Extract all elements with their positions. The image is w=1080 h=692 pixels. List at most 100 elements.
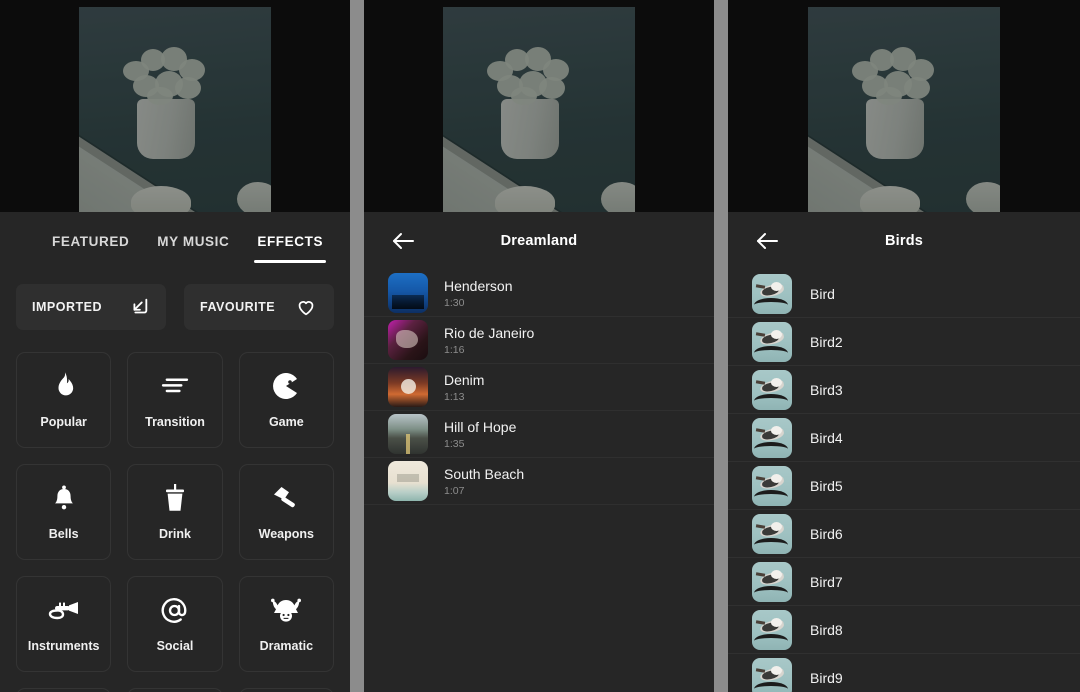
track-duration: 1:35 <box>444 437 465 450</box>
track-row[interactable]: Rio de Janeiro 1:16 <box>364 317 714 364</box>
preview-area-left <box>0 0 350 212</box>
category-transition[interactable]: Transition <box>127 352 223 448</box>
category-grid: Popular Transition Game Bells Drink Weap… <box>0 330 350 692</box>
bird-thumbnail <box>752 561 792 602</box>
preview-photo <box>79 7 271 212</box>
panel-separator-2 <box>714 0 728 692</box>
favourite-label: FAVOURITE <box>200 300 276 314</box>
track-duration: 1:13 <box>444 390 465 403</box>
photo-tint <box>443 7 635 212</box>
transition-lines-icon <box>160 371 190 401</box>
track-row[interactable]: Hill of Hope 1:35 <box>364 411 714 458</box>
preview-area-middle <box>364 0 714 212</box>
track-row[interactable]: Henderson 1:30 <box>364 270 714 317</box>
bell-icon <box>52 483 76 513</box>
category-social[interactable]: Social <box>127 576 223 672</box>
track-list: Henderson 1:30 Rio de Janeiro 1:16 Denim… <box>364 270 714 505</box>
list-item[interactable]: Bird8 <box>728 606 1080 654</box>
dreamland-header: Dreamland <box>364 212 714 270</box>
at-sign-icon <box>161 595 188 625</box>
category-dramatic[interactable]: Dramatic <box>238 576 334 672</box>
jester-mask-icon <box>271 595 302 625</box>
list-item[interactable]: Bird6 <box>728 510 1080 558</box>
tab-my-music[interactable]: MY MUSIC <box>157 234 229 263</box>
bird-thumbnail <box>752 657 792 692</box>
list-item[interactable]: Bird7 <box>728 558 1080 606</box>
list-item[interactable]: Bird <box>728 270 1080 318</box>
category-row4-cell1[interactable] <box>16 688 112 692</box>
bird-thumbnail <box>752 609 792 650</box>
preview-photo <box>808 7 1000 212</box>
track-row[interactable]: South Beach 1:07 <box>364 458 714 505</box>
list-item[interactable]: Bird9 <box>728 654 1080 692</box>
category-label: Game <box>268 415 304 429</box>
panel-effects: FEATURED MY MUSIC EFFECTS IMPORTED FAVOU… <box>0 0 350 692</box>
bird-name: Bird8 <box>810 621 843 638</box>
bird-thumbnail <box>752 513 792 554</box>
track-duration: 1:16 <box>444 343 465 356</box>
category-instruments[interactable]: Instruments <box>16 576 112 672</box>
category-label: Transition <box>145 415 205 429</box>
heart-icon <box>294 296 318 318</box>
filter-chips: IMPORTED FAVOURITE <box>0 268 350 330</box>
track-artwork <box>388 461 428 501</box>
bird-name: Bird7 <box>810 573 843 590</box>
imported-button[interactable]: IMPORTED <box>16 284 166 330</box>
track-name: Hill of Hope <box>444 418 517 435</box>
preview-area-right <box>728 0 1080 212</box>
track-duration: 1:07 <box>444 484 465 497</box>
track-name: Rio de Janeiro <box>444 324 535 341</box>
list-item[interactable]: Bird3 <box>728 366 1080 414</box>
track-duration: 1:30 <box>444 296 465 309</box>
panel-separator-1 <box>350 0 364 692</box>
bird-name: Bird3 <box>810 381 843 398</box>
flame-icon <box>53 371 75 401</box>
category-label: Bells <box>48 527 79 541</box>
category-game[interactable]: Game <box>238 352 334 448</box>
bird-name: Bird9 <box>810 669 843 686</box>
track-artwork <box>388 414 428 454</box>
bird-thumbnail <box>752 465 792 506</box>
category-row4-cell3[interactable] <box>238 688 334 692</box>
hammer-icon <box>272 483 300 513</box>
bird-name: Bird2 <box>810 333 843 350</box>
category-label: Dramatic <box>259 639 314 653</box>
birds-header: Birds <box>728 212 1080 270</box>
category-weapons[interactable]: Weapons <box>238 464 334 560</box>
category-popular[interactable]: Popular <box>16 352 112 448</box>
back-arrow-icon[interactable] <box>752 226 782 256</box>
trumpet-icon <box>48 595 80 625</box>
panel-dreamland: Dreamland Henderson 1:30 Rio de Janeiro … <box>364 0 714 692</box>
category-label: Social <box>156 639 194 653</box>
category-bells[interactable]: Bells <box>16 464 112 560</box>
track-artwork <box>388 273 428 313</box>
category-label: Weapons <box>258 527 314 541</box>
category-row4-cell2[interactable] <box>127 688 223 692</box>
panel-birds: Birds Bird Bird2 Bird3 Bird4 Bird5 Bird6… <box>728 0 1080 692</box>
track-row[interactable]: Denim 1:13 <box>364 364 714 411</box>
pacman-icon <box>273 371 299 401</box>
tab-featured[interactable]: FEATURED <box>52 234 129 263</box>
track-name: Denim <box>444 371 485 388</box>
tab-effects[interactable]: EFFECTS <box>254 234 326 263</box>
bird-list: Bird Bird2 Bird3 Bird4 Bird5 Bird6 Bird7… <box>728 270 1080 692</box>
track-name: Henderson <box>444 277 513 294</box>
bird-name: Bird <box>810 285 835 302</box>
category-drink[interactable]: Drink <box>127 464 223 560</box>
bird-name: Bird5 <box>810 477 843 494</box>
track-name: South Beach <box>444 465 525 482</box>
favourite-button[interactable]: FAVOURITE <box>184 284 334 330</box>
list-item[interactable]: Bird2 <box>728 318 1080 366</box>
import-icon <box>128 296 150 318</box>
track-artwork <box>388 367 428 407</box>
cup-icon <box>164 483 186 513</box>
category-label: Instruments <box>27 639 100 653</box>
bird-thumbnail <box>752 321 792 362</box>
list-item[interactable]: Bird5 <box>728 462 1080 510</box>
preview-photo <box>443 7 635 212</box>
bird-thumbnail <box>752 369 792 410</box>
category-label: Popular <box>40 415 87 429</box>
bird-name: Bird6 <box>810 525 843 542</box>
back-arrow-icon[interactable] <box>388 226 418 256</box>
list-item[interactable]: Bird4 <box>728 414 1080 462</box>
